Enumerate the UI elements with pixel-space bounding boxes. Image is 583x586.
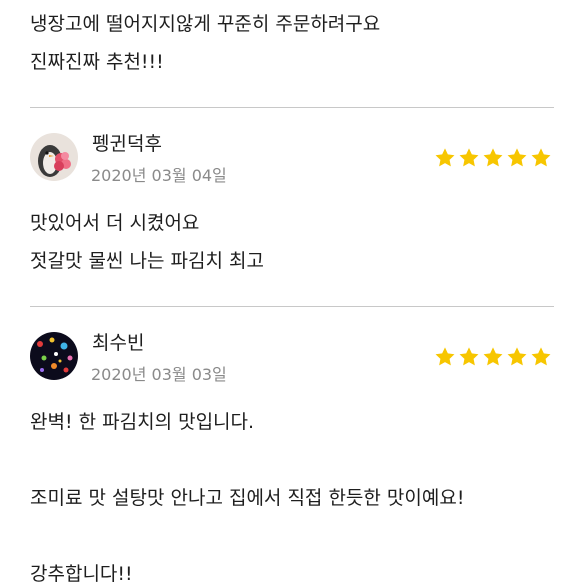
star-icon — [435, 148, 455, 167]
galaxy-avatar-icon[interactable] — [30, 332, 78, 380]
review-list: 냉장고에 떨어지지않게 꾸준히 주문하려구요 진짜진짜 추천!!! 펭귄덕후 2… — [0, 0, 583, 585]
review-text-line: 냉장고에 떨어지지않게 꾸준히 주문하려구요 — [30, 13, 381, 35]
star-rating — [434, 346, 554, 368]
review-date: 2020년 03월 03일 — [91, 365, 227, 384]
star-icon — [507, 148, 527, 167]
star-icon — [435, 347, 455, 366]
review-text-line: 젓갈맛 물씬 나는 파김치 최고 — [30, 250, 264, 272]
review-text-line: 맛있어서 더 시켰어요 — [30, 212, 200, 234]
review-text-line: 조미료 맛 설탕맛 안나고 집에서 직접 한듯한 맛이예요! — [30, 487, 465, 509]
review-divider — [30, 306, 554, 307]
review-text-line: 진짜진짜 추천!!! — [30, 51, 164, 73]
reviewer-name: 최수빈 — [92, 332, 145, 354]
star-icon — [459, 148, 479, 167]
review-date: 2020년 03월 04일 — [91, 166, 227, 185]
review-text-line: 완벽! 한 파김치의 맛입니다. — [30, 411, 255, 433]
star-icon — [483, 148, 503, 167]
star-icon — [483, 347, 503, 366]
star-icon — [531, 148, 551, 167]
review-divider — [30, 107, 554, 108]
star-icon — [459, 347, 479, 366]
penguin-avatar-icon[interactable] — [30, 133, 78, 181]
star-icon — [507, 347, 527, 366]
review-text-line: 강추합니다!! — [30, 563, 133, 585]
star-rating — [434, 147, 554, 169]
star-icon — [531, 347, 551, 366]
reviewer-name: 펭귄덕후 — [92, 133, 162, 155]
